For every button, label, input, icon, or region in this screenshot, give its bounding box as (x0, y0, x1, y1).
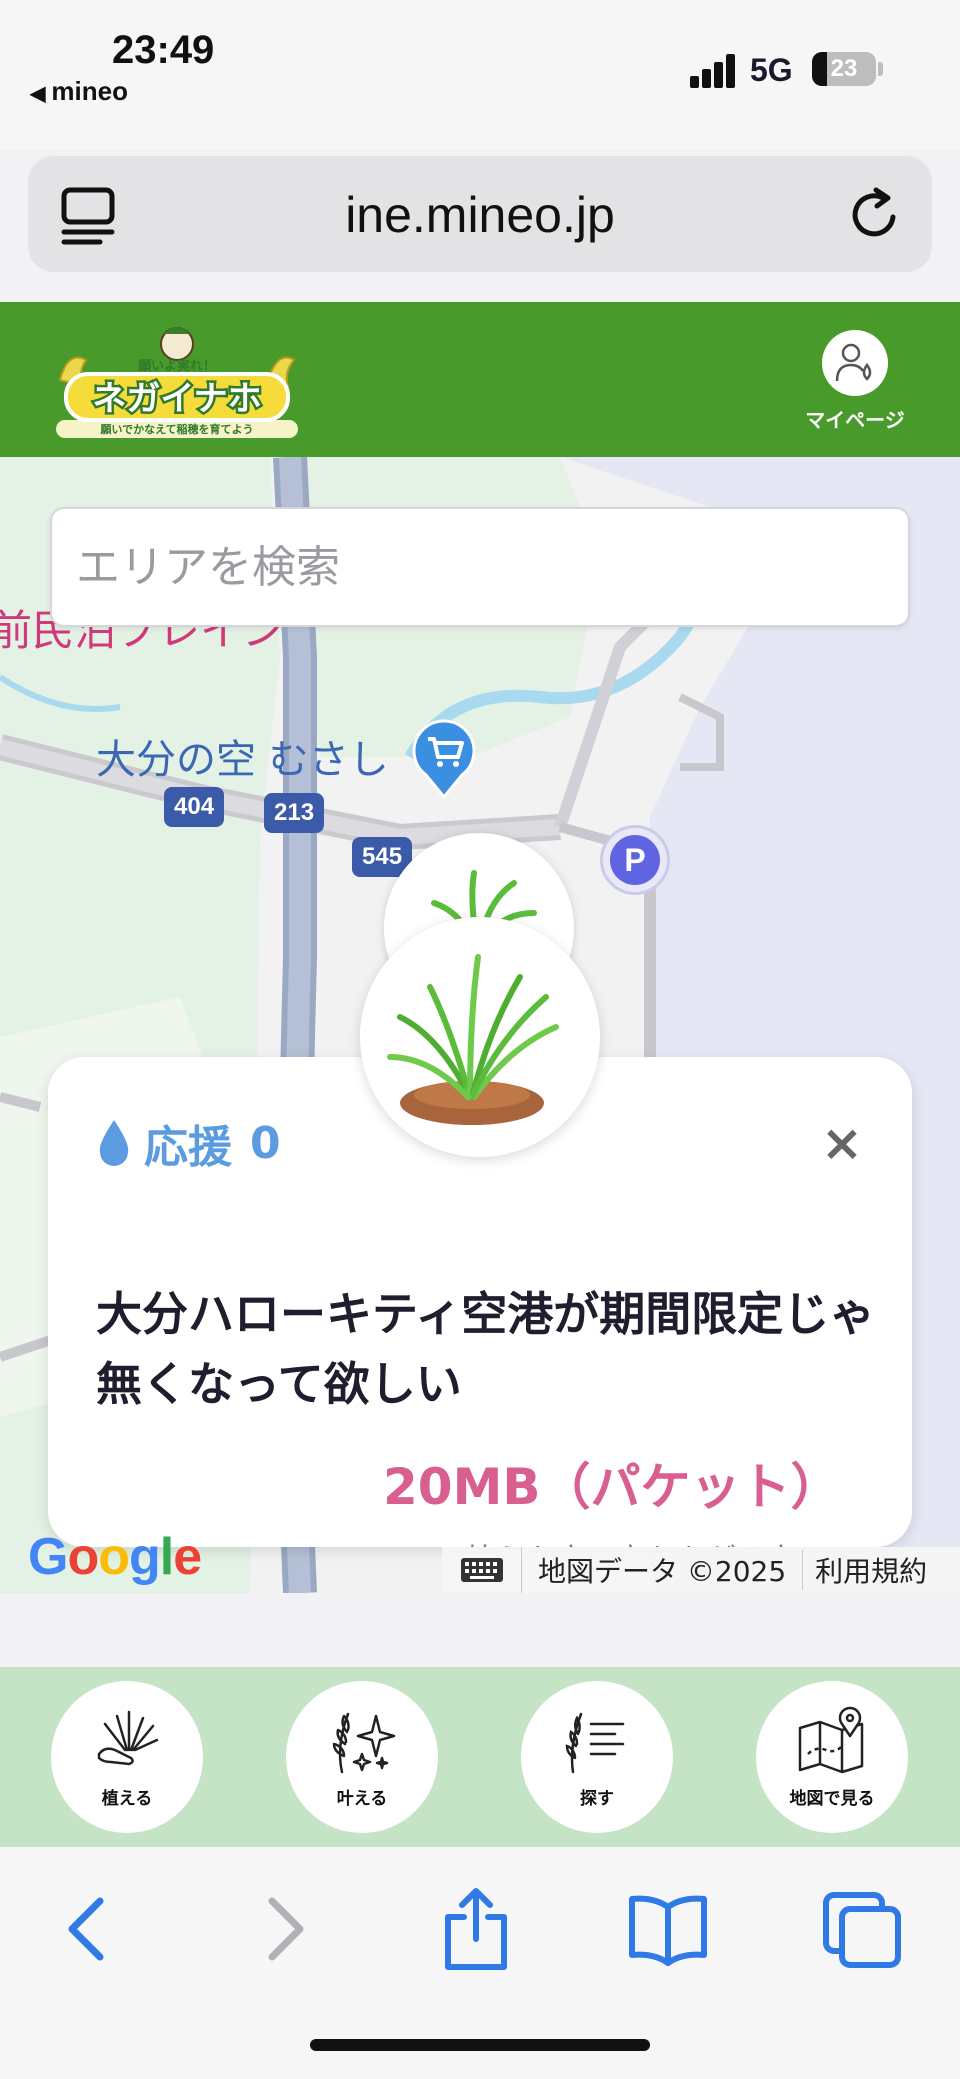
support-counter[interactable]: 応援 0 (96, 1111, 281, 1175)
app-header: ネガイナホ 願いよ実れ！ 願いでかなえて稲穂を育てよう マイページ (0, 302, 960, 457)
map-pin-icon (798, 1706, 864, 1773)
nav-map-button[interactable]: 地図で見る (756, 1681, 908, 1833)
status-time: 23:49 (112, 28, 215, 72)
support-count: 0 (250, 1117, 281, 1169)
reload-icon[interactable] (846, 186, 904, 244)
forward-icon[interactable] (244, 1887, 328, 1971)
negainaho-logo[interactable]: ネガイナホ 願いよ実れ！ 願いでかなえて稲穂を育てよう (52, 320, 302, 442)
mypage-avatar (822, 330, 888, 396)
back-app-label: mineo (51, 76, 128, 106)
map-label-shop[interactable]: 大分の空 むさし (96, 727, 389, 785)
road-number-404: 404 (164, 787, 225, 827)
nav-search-button[interactable]: 探す (521, 1681, 673, 1833)
battery-icon: 23 (812, 52, 876, 86)
map-view[interactable]: 前民泊プレイン 大分の空 むさし 404 213 545 P 応援 0 × 大分… (0, 457, 960, 1593)
back-icon[interactable] (44, 1887, 128, 1971)
nav-search-label: 探す (580, 1788, 614, 1809)
map-attribution-bar: 地図データ ©2025 利用規約 (442, 1547, 960, 1593)
close-icon[interactable]: × (818, 1118, 866, 1169)
battery-percent: 23 (830, 55, 858, 82)
url-text[interactable]: ine.mineo.jp (28, 186, 932, 244)
sparkle-wheat-icon (332, 1712, 396, 1773)
parking-pin-icon[interactable]: P (600, 825, 670, 895)
wish-text: 大分ハローキティ空港が期間限定じゃ無くなって欲しい (96, 1287, 876, 1411)
wheat-list-icon (565, 1712, 625, 1773)
content-spacer (0, 1593, 960, 1667)
signal-icon (690, 54, 736, 88)
nav-fulfill-button[interactable]: 叶える (286, 1681, 438, 1833)
plant-hand-icon (97, 1710, 159, 1765)
network-type: 5G (750, 52, 793, 88)
bookmarks-icon[interactable] (626, 1887, 710, 1971)
share-icon[interactable] (434, 1887, 518, 1971)
shopping-cart-pin-icon[interactable] (412, 719, 476, 799)
area-search-input[interactable] (52, 509, 908, 625)
nav-plant-label: 植える (101, 1788, 153, 1809)
map-data-credit: 地図データ ©2025 (522, 1550, 804, 1590)
svg-text:願いよ実れ！: 願いよ実れ！ (138, 358, 216, 374)
road-number-213: 213 (264, 793, 325, 833)
bottom-navigation: 植える 叶える 探す 地図で見る (0, 1667, 960, 1847)
address-bar[interactable]: ine.mineo.jp (28, 156, 932, 272)
tabs-overview-icon[interactable] (820, 1887, 904, 1971)
home-indicator (310, 2039, 650, 2051)
back-triangle-icon: ◀ (30, 83, 46, 105)
mypage-label: マイページ (805, 408, 905, 432)
nav-plant-button[interactable]: 植える (51, 1681, 203, 1833)
svg-text:願いでかなえて稲穂を育てよう: 願いでかなえて稲穂を育てよう (100, 422, 253, 436)
back-to-app-link[interactable]: ◀ mineo (30, 76, 128, 107)
rice-plant-card-image (360, 917, 600, 1157)
rice-plant-icon (387, 954, 559, 1125)
keyboard-shortcuts-icon[interactable] (442, 1547, 522, 1593)
terms-link[interactable]: 利用規約 (803, 1550, 939, 1590)
reward-amount: 20MB（パケット） (383, 1458, 841, 1516)
user-sprout-icon (835, 343, 872, 382)
nav-map-label: 地図で見る (789, 1788, 875, 1809)
support-label: 応援 (144, 1122, 232, 1173)
nav-fulfill-label: 叶える (336, 1788, 388, 1809)
svg-text:ネガイナホ: ネガイナホ (92, 379, 261, 419)
area-search-box[interactable] (50, 507, 910, 627)
water-drop-icon (99, 1120, 129, 1166)
google-logo: Google (28, 1528, 202, 1586)
mypage-button[interactable]: マイページ (800, 330, 910, 433)
parking-label: P (610, 835, 660, 885)
status-bar: 23:49 ◀ mineo 5G 23 (0, 0, 960, 150)
browser-toolbar (0, 1847, 960, 2079)
